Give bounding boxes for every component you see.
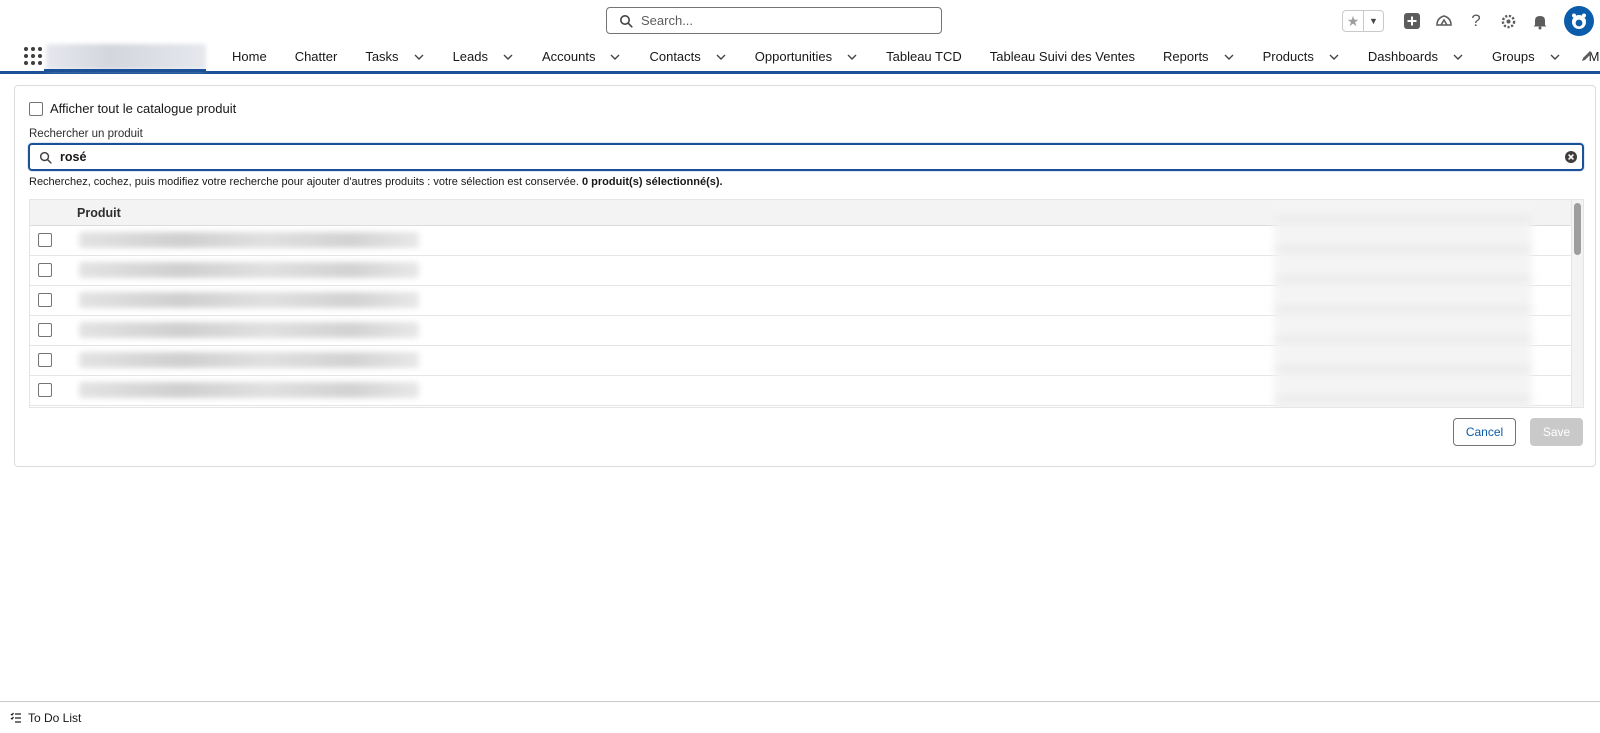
product-name-redacted — [79, 322, 419, 338]
global-search-input[interactable]: Search... — [606, 7, 942, 34]
gear-icon[interactable] — [1498, 11, 1518, 31]
header-actions: ★ ▼ ? — [1342, 4, 1600, 38]
nav-item-reports[interactable]: Reports — [1149, 42, 1249, 71]
search-icon — [620, 14, 633, 28]
row-select-checkbox[interactable] — [38, 233, 52, 247]
app-launcher-icon[interactable] — [24, 47, 42, 65]
column-header-produit: Produit — [77, 206, 121, 220]
product-name-redacted — [79, 262, 419, 278]
bell-icon[interactable] — [1530, 11, 1550, 31]
product-name-redacted — [79, 382, 419, 398]
app-name-redacted — [46, 44, 206, 70]
nav-item-opportunities[interactable]: Opportunities — [741, 42, 872, 71]
nav-item-label: Chatter — [294, 49, 338, 64]
row-select-checkbox[interactable] — [38, 263, 52, 277]
nav-item-chatter[interactable]: Chatter — [281, 42, 352, 71]
nav-item-leads[interactable]: Leads — [439, 42, 528, 71]
product-picker-card: Afficher tout le catalogue produit Reche… — [14, 85, 1596, 467]
avatar[interactable] — [1564, 6, 1594, 36]
chevron-down-icon[interactable] — [1223, 51, 1235, 63]
search-helper-text: Recherchez, cochez, puis modifiez votre … — [29, 176, 723, 188]
row-select-checkbox[interactable] — [38, 353, 52, 367]
chevron-down-icon[interactable] — [1549, 51, 1561, 63]
nav-item-dashboards[interactable]: Dashboards — [1354, 42, 1478, 71]
todo-list-item[interactable]: To Do List — [10, 711, 81, 725]
product-search-value: rosé — [60, 150, 87, 164]
row-select-checkbox[interactable] — [38, 383, 52, 397]
nav-item-label: Opportunities — [754, 49, 833, 64]
chevron-down-icon[interactable] — [502, 51, 514, 63]
global-search-placeholder: Search... — [641, 13, 694, 28]
product-table: Produit — [29, 199, 1584, 408]
nav-items: Home Chatter Tasks Leads Accounts Contacts Opp… — [218, 42, 1600, 71]
nav-item-tasks[interactable]: Tasks — [351, 42, 438, 71]
nav-item-label: Leads — [452, 49, 488, 64]
nav-item-label: Products — [1262, 49, 1314, 64]
show-all-catalog-label: Afficher tout le catalogue produit — [50, 101, 237, 116]
selected-count: 0 produit(s) sélectionné(s). — [582, 176, 723, 188]
product-search-label: Rechercher un produit — [29, 128, 143, 140]
nav-item-label: Dashboards — [1367, 49, 1438, 64]
nav-item-tableau-tcd[interactable]: Tableau TCD — [872, 42, 976, 71]
chevron-down-icon[interactable] — [609, 51, 621, 63]
row-select-checkbox[interactable] — [38, 293, 52, 307]
table-scrollbar[interactable] — [1571, 200, 1583, 407]
pencil-icon[interactable] — [1580, 49, 1594, 63]
global-header: Search... ★ ▼ ? — [0, 0, 1600, 42]
nav-item-home[interactable]: Home — [218, 42, 281, 71]
nav-item-label: Home — [232, 49, 267, 64]
nav-item-label: Reports — [1163, 49, 1209, 64]
chevron-down-icon[interactable] — [413, 51, 425, 63]
chevron-down-icon[interactable] — [846, 51, 858, 63]
star-icon[interactable]: ★ — [1343, 11, 1363, 31]
navigation-bar: Home Chatter Tasks Leads Accounts Contacts Opp… — [0, 42, 1600, 74]
nav-item-label: Tasks — [365, 49, 399, 64]
trailhead-icon[interactable] — [1434, 11, 1454, 31]
app-name-active-indicator — [44, 69, 206, 72]
helper-instructions: Recherchez, cochez, puis modifiez votre … — [29, 176, 582, 188]
add-icon[interactable] — [1402, 11, 1422, 31]
nav-item-accounts[interactable]: Accounts — [528, 42, 635, 71]
nav-item-tableau-suivi-des-ventes[interactable]: Tableau Suivi des Ventes — [976, 42, 1149, 71]
scrollbar-thumb[interactable] — [1574, 203, 1581, 255]
nav-item-label: Groups — [1491, 49, 1535, 64]
row-select-checkbox[interactable] — [38, 323, 52, 337]
product-name-redacted — [79, 292, 419, 308]
cancel-button[interactable]: Cancel — [1453, 418, 1516, 446]
task-list-icon — [10, 712, 21, 723]
nav-item-label: Accounts — [541, 49, 596, 64]
product-name-redacted — [79, 232, 419, 248]
nav-item-products[interactable]: Products — [1249, 42, 1354, 71]
show-all-catalog-checkbox[interactable] — [29, 101, 43, 116]
help-icon[interactable]: ? — [1466, 11, 1486, 31]
nav-item-contacts[interactable]: Contacts — [635, 42, 740, 71]
caret-down-icon[interactable]: ▼ — [1363, 11, 1383, 31]
show-all-catalog-checkbox-row[interactable]: Afficher tout le catalogue produit — [29, 101, 236, 116]
nav-item-label: Contacts — [649, 49, 701, 64]
search-icon — [39, 151, 52, 164]
chevron-down-icon[interactable] — [715, 51, 727, 63]
user-avatar-icon — [1572, 13, 1586, 29]
nav-item-label: Tableau TCD — [886, 49, 962, 64]
chevron-down-icon[interactable] — [1452, 51, 1464, 63]
nav-item-label: Tableau Suivi des Ventes — [989, 49, 1136, 64]
redacted-columns — [1274, 200, 1532, 407]
save-button[interactable]: Save — [1530, 418, 1583, 446]
utility-bar: To Do List — [0, 701, 1600, 733]
product-search-input[interactable]: rosé — [28, 143, 1584, 171]
nav-item-groups[interactable]: Groups — [1478, 42, 1575, 71]
chevron-down-icon[interactable] — [1328, 51, 1340, 63]
todo-list-label: To Do List — [28, 711, 82, 725]
clear-search-icon[interactable] — [1564, 150, 1578, 164]
favorites-group: ★ ▼ — [1342, 10, 1384, 32]
product-name-redacted — [79, 352, 419, 368]
